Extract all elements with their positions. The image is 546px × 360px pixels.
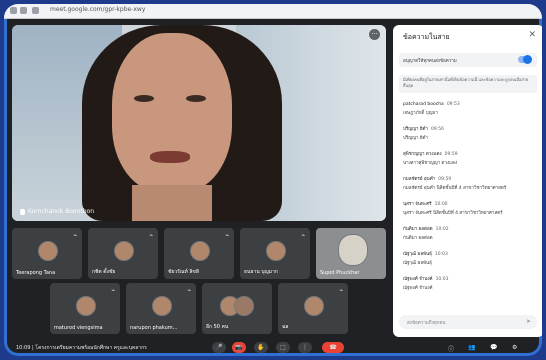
chat-panel: ข้อความในสาย ✕ อนุญาตให้ทุกคนส่งข้อความ … — [393, 25, 542, 337]
end-call-button[interactable]: ☎ — [322, 342, 344, 353]
avatar — [304, 296, 324, 316]
close-icon[interactable]: ✕ — [528, 30, 536, 40]
avatar — [76, 296, 96, 316]
main-speaker-video[interactable]: ··· Kornchanok Boonthon — [12, 25, 386, 221]
participant-tile-video[interactable]: Supot Phuckhar — [316, 228, 386, 279]
participant-tile[interactable]: ⌁ narupon phakum... — [126, 283, 196, 334]
control-bar: 10:09 | โครงการเตรียมความพร้อมนักศึกษา ค… — [4, 340, 542, 356]
participant-tile[interactable]: ⌁ กชิต ตั้งชัย — [88, 228, 158, 279]
allow-messages-toggle[interactable] — [518, 55, 532, 64]
chat-notice: มีเพียงคนที่อยู่ในสายเท่านั้นที่เห็นข้อค… — [399, 75, 537, 93]
avatar — [38, 241, 58, 261]
info-icon[interactable]: ⓘ — [448, 344, 454, 353]
chat-message: ณัฐพงศ์ จำนงค์ 10:03 ณัฐพงศ์ จำนงค์ — [403, 277, 449, 291]
chat-message: ปริญญา ยีดำ 09:56 ปริญญา ยีดำ — [403, 127, 444, 141]
browser-bar: meet.google.com/gpr-kpbe-xwy — [4, 4, 542, 19]
reload-icon[interactable] — [32, 7, 39, 14]
app-window: meet.google.com/gpr-kpbe-xwy ··· Korncha… — [4, 4, 542, 356]
mic-off-icon: ⌁ — [149, 232, 153, 239]
chat-message: ณัฐวุฒิ ผลพันธุ์ 10:03 ณัฐวุฒิ ผลพันธุ์ — [403, 252, 448, 266]
chat-message: กันติมา ผลต่อต 10:02 กันติมา ผลต่อต — [403, 227, 449, 241]
people-icon[interactable]: 👥 — [468, 344, 475, 351]
back-icon[interactable] — [10, 7, 17, 14]
raise-hand-button[interactable]: ✋ — [254, 342, 268, 353]
mic-icon — [20, 208, 25, 215]
speaker-face — [112, 33, 232, 193]
mic-off-icon: ⌁ — [339, 287, 343, 294]
chat-icon[interactable]: 💬 — [490, 344, 497, 351]
forward-icon[interactable] — [20, 7, 27, 14]
message-list: patcharad boocha 09:53 เจษฎาภักดิ์ บุญมา … — [403, 102, 535, 300]
chat-message: patcharad boocha 09:53 เจษฎาภักดิ์ บุญมา — [403, 102, 460, 116]
more-options-icon[interactable]: ··· — [369, 29, 380, 40]
more-options-button[interactable]: ⋮ — [298, 342, 312, 353]
send-icon[interactable]: ➤ — [526, 318, 531, 325]
avatar — [338, 234, 368, 266]
mic-button[interactable]: 🎤 — [212, 342, 226, 353]
participant-tile[interactable]: ⌁ ฉล — [278, 283, 348, 334]
chat-message: กมลชัตรย์ อุ่นคำ 09:59 กมลชัตรย์ อุ่นคำ น… — [403, 177, 507, 191]
participant-tile[interactable]: ⌁ ชัยวรัณท์ ลิขสิ — [164, 228, 234, 279]
mic-off-icon: ⌁ — [301, 232, 305, 239]
camera-button[interactable]: 📷 — [232, 342, 246, 353]
avatar — [266, 241, 286, 261]
meeting-info: 10:09 | โครงการเตรียมความพร้อมนักศึกษา ค… — [16, 345, 147, 351]
speaker-name-label: Kornchanok Boonthon — [20, 208, 94, 215]
others-tile[interactable]: อีก 50 คน — [202, 283, 272, 334]
avatar — [152, 296, 172, 316]
url-field[interactable]: meet.google.com/gpr-kpbe-xwy — [50, 6, 145, 13]
chat-title: ข้อความในสาย — [403, 33, 450, 41]
chat-message: นุสรา จันทะศรี 10:00 นุสรา จันทะศรี นิสิต… — [403, 202, 503, 216]
activities-icon[interactable]: ⚙ — [512, 344, 517, 351]
chat-input[interactable]: ส่งข้อความถึงทุกคน ➤ — [399, 315, 537, 329]
mic-off-icon: ⌁ — [225, 232, 229, 239]
allow-messages-row: อนุญาตให้ทุกคนส่งข้อความ — [399, 53, 537, 67]
present-button[interactable]: ⬚ — [276, 342, 290, 353]
mic-off-icon: ⌁ — [73, 232, 77, 239]
avatar — [114, 241, 134, 261]
participant-tile[interactable]: ⌁ maturod viengsima — [50, 283, 120, 334]
avatar — [190, 241, 210, 261]
mic-off-icon: ⌁ — [187, 287, 191, 294]
mic-off-icon: ⌁ — [111, 287, 115, 294]
avatar — [234, 296, 254, 316]
participant-tile[interactable]: ⌁ Teerapong Tana — [12, 228, 82, 279]
participant-tile[interactable]: ⌁ ธนธาน บุญมาก — [240, 228, 310, 279]
chat-message: สุพิชาญญา ดวงแดง 09:59 นางสาวสุพิชาญญา ดว… — [403, 152, 458, 166]
